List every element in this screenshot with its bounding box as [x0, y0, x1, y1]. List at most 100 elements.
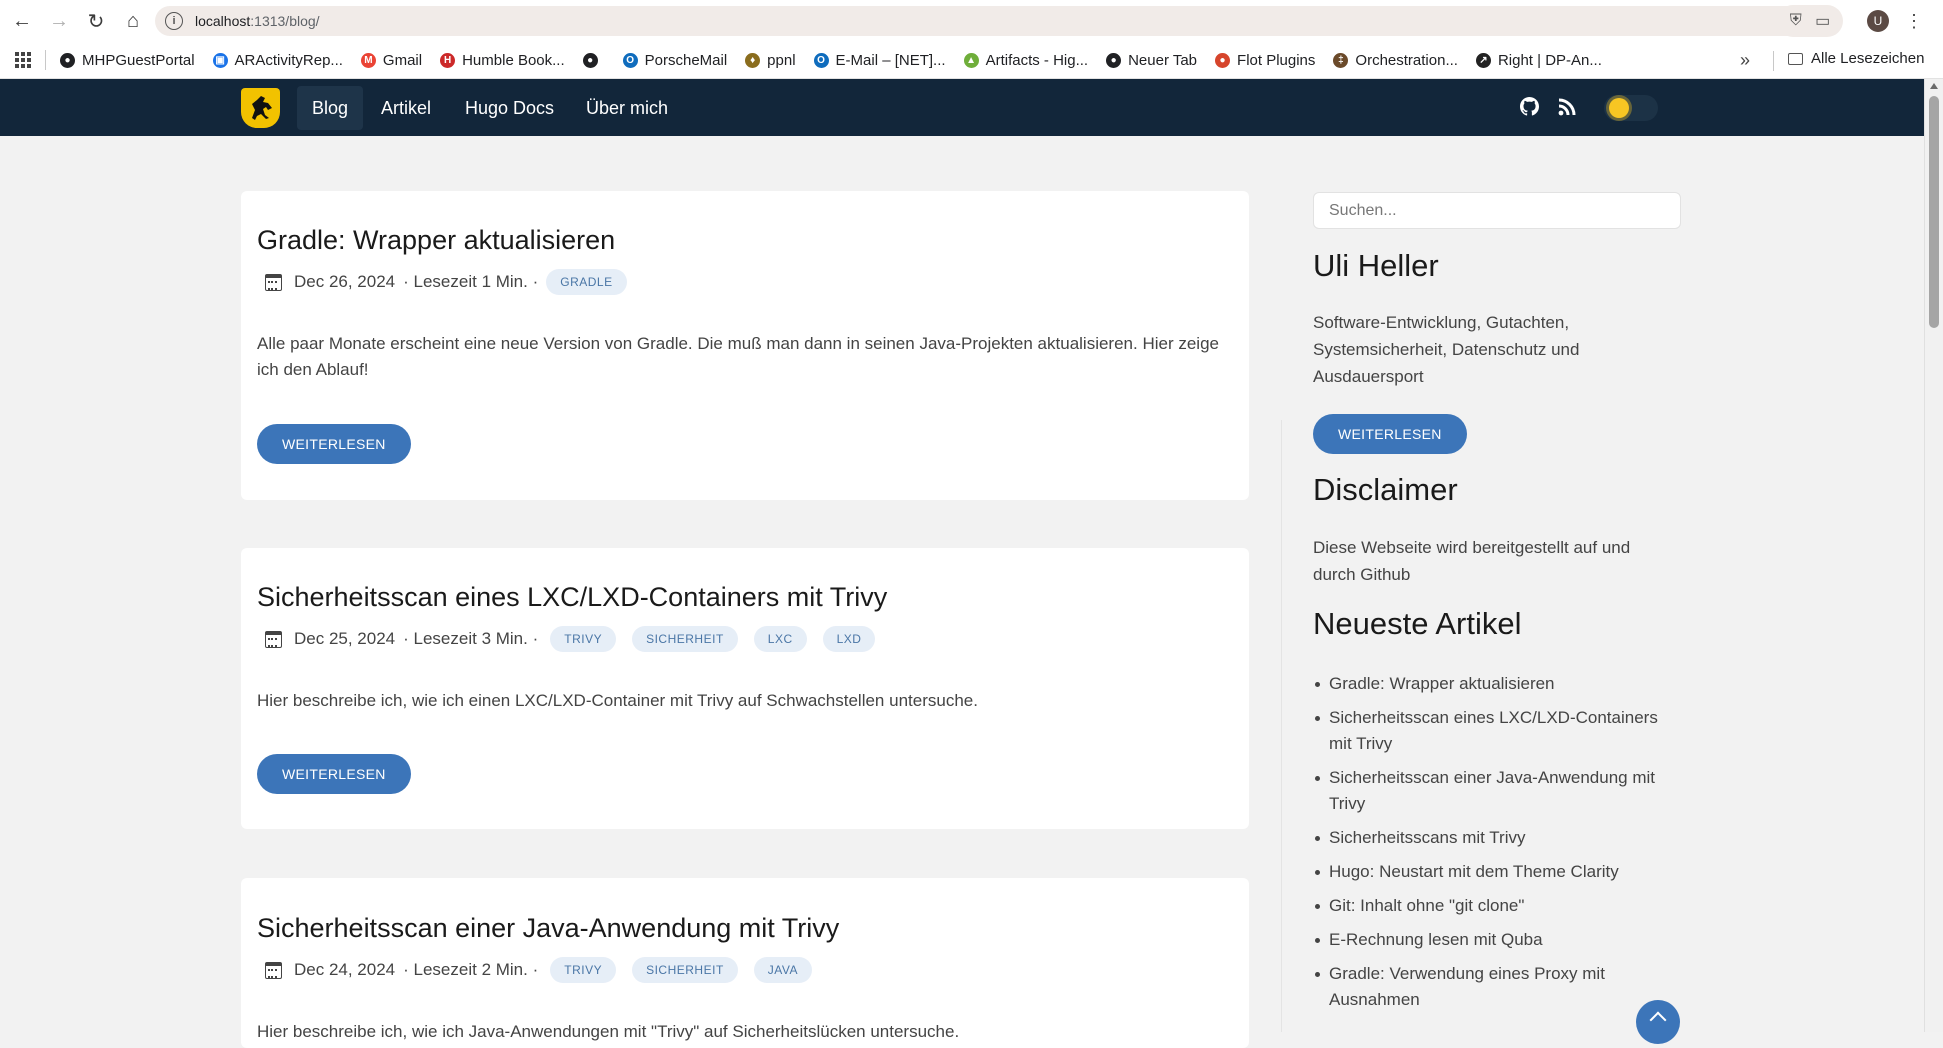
github-icon[interactable]: [1520, 97, 1539, 116]
calendar-icon: [265, 961, 282, 979]
post-reading-time: · Lesezeit 3 Min. ·: [403, 629, 539, 648]
disclaimer-heading: Disclaimer: [1313, 472, 1458, 507]
bookmark-item[interactable]: ● MHPGuestPortal: [60, 52, 195, 69]
browser-chrome: ← → ↻ ⌂ i localhost:1313/blog/ ☆ ⛨ ▭ U ⋮…: [0, 0, 1943, 79]
recent-article-link[interactable]: Git: Inhalt ohne "git clone": [1313, 893, 1683, 919]
folder-icon: [1788, 52, 1803, 65]
site-info-icon[interactable]: i: [165, 12, 183, 30]
horse-logo-icon: [251, 96, 272, 120]
tag-trivy[interactable]: TRIVY: [550, 957, 617, 983]
bookmark-label: MHPGuestPortal: [82, 51, 195, 69]
post-title[interactable]: Sicherheitsscan eines LXC/LXD-Containers…: [257, 582, 887, 613]
bookmark-item[interactable]: O PorscheMail: [622, 51, 728, 69]
post-meta: Dec 26, 2024 · Lesezeit 1 Min. · GRADLE: [265, 269, 627, 295]
recent-article-link[interactable]: Sicherheitsscan einer Java-Anwendung mit…: [1313, 765, 1683, 817]
author-heading: Uli Heller: [1313, 248, 1439, 283]
bookmark-item[interactable]: ▲ Artifacts - Hig...: [963, 51, 1089, 69]
post-title[interactable]: Gradle: Wrapper aktualisieren: [257, 225, 615, 256]
shield-extension-icon[interactable]: ⛨: [1790, 12, 1802, 30]
recent-article-link[interactable]: Sicherheitsscan eines LXC/LXD-Containers…: [1313, 705, 1683, 757]
home-icon[interactable]: ⌂: [115, 3, 151, 39]
browser-menu-icon[interactable]: ⋮: [1905, 11, 1923, 32]
orchestration-icon: ‡: [1333, 52, 1349, 68]
post-card: Sicherheitsscan einer Java-Anwendung mit…: [241, 878, 1249, 1048]
all-bookmarks-button[interactable]: Alle Lesezeichen: [1788, 50, 1924, 67]
bookmark-label: Artifacts - Hig...: [985, 51, 1089, 69]
url-text[interactable]: localhost:1313/blog/: [195, 13, 320, 29]
bookmark-label: PorscheMail: [644, 51, 728, 69]
bookmark-label: Neuer Tab: [1128, 51, 1198, 69]
bookmark-item[interactable]: M Gmail: [360, 51, 423, 69]
search-input[interactable]: [1313, 192, 1681, 229]
post-meta: Dec 25, 2024 · Lesezeit 3 Min. · TRIVY S…: [265, 626, 876, 652]
right-icon: ↗: [1475, 52, 1491, 68]
bookmark-label: E-Mail – [NET]...: [835, 51, 946, 69]
bookmarks-separator: [45, 50, 46, 70]
address-bar[interactable]: i localhost:1313/blog/ ☆: [155, 6, 1827, 36]
post-summary: Hier beschreibe ich, wie ich einen LXC/L…: [257, 691, 978, 710]
bookmark-label: Orchestration...: [1355, 51, 1458, 69]
recent-articles-heading: Neueste Artikel: [1313, 606, 1522, 641]
read-more-button[interactable]: WEITERLESEN: [257, 424, 411, 464]
page-scrollbar[interactable]: [1924, 79, 1943, 1032]
gmail-icon: M: [360, 52, 376, 68]
recent-article-link[interactable]: Gradle: Wrapper aktualisieren: [1313, 671, 1683, 697]
tag-sicherheit[interactable]: SICHERHEIT: [632, 626, 738, 652]
bookmark-item[interactable]: O E-Mail – [NET]...: [813, 51, 946, 69]
browser-toolbar: ← → ↻ ⌂ i localhost:1313/blog/ ☆ ⛨ ▭ U ⋮: [0, 0, 1943, 42]
sidebar-divider: [1281, 420, 1282, 1032]
back-icon[interactable]: ←: [4, 3, 40, 39]
tag-trivy[interactable]: TRIVY: [550, 626, 617, 652]
recent-article-link[interactable]: E-Rechnung lesen mit Quba: [1313, 927, 1683, 953]
scrollbar-thumb[interactable]: [1929, 96, 1939, 328]
post-date: Dec 26, 2024: [294, 272, 396, 291]
bookmark-item[interactable]: ♦ ppnl: [745, 51, 796, 69]
post-reading-time: · Lesezeit 1 Min. ·: [403, 272, 539, 291]
profile-avatar[interactable]: U: [1867, 10, 1889, 32]
recent-articles-list: Gradle: Wrapper aktualisieren Sicherheit…: [1313, 671, 1683, 1021]
humble-icon: H: [440, 52, 456, 68]
bookmark-item[interactable]: ↗ Right | DP-An...: [1475, 52, 1602, 69]
nav-hugo-docs[interactable]: Hugo Docs: [450, 86, 569, 130]
recent-article-link[interactable]: Sicherheitsscans mit Trivy: [1313, 825, 1683, 851]
tag-java[interactable]: JAVA: [753, 957, 813, 983]
bookmark-label: Gmail: [382, 51, 423, 69]
forward-icon[interactable]: →: [41, 3, 77, 39]
reload-icon[interactable]: ↻: [78, 3, 114, 39]
recent-article-link[interactable]: Gradle: Verwendung eines Proxy mit Ausna…: [1313, 961, 1683, 1013]
author-read-more-button[interactable]: WEITERLESEN: [1313, 414, 1467, 454]
nav-blog[interactable]: Blog: [297, 86, 364, 130]
post-summary: Hier beschreibe ich, wie ich Java-Anwend…: [257, 1022, 960, 1041]
scroll-to-top-button[interactable]: [1636, 1000, 1680, 1044]
outlook-icon: O: [813, 52, 829, 68]
puzzle-extensions-icon[interactable]: ▭: [1815, 11, 1830, 31]
bookmark-item[interactable]: ‡ Orchestration...: [1333, 52, 1458, 69]
bookmark-item[interactable]: ●: [582, 52, 605, 68]
post-card: Gradle: Wrapper aktualisieren Dec 26, 20…: [241, 191, 1249, 500]
bookmark-label: ppnl: [767, 51, 796, 69]
rss-icon[interactable]: [1558, 98, 1576, 116]
more-bookmarks-icon[interactable]: »: [1740, 50, 1750, 71]
tag-lxd[interactable]: LXD: [822, 626, 876, 652]
theme-toggle[interactable]: [1604, 95, 1658, 121]
tag-gradle[interactable]: GRADLE: [546, 269, 627, 295]
post-title[interactable]: Sicherheitsscan einer Java-Anwendung mit…: [257, 913, 839, 944]
post-date: Dec 25, 2024: [294, 629, 396, 648]
sun-icon: [1609, 98, 1629, 118]
nav-ueber-mich[interactable]: Über mich: [571, 86, 683, 130]
bookmark-item[interactable]: ▣ ARActivityRep...: [212, 52, 343, 69]
tag-lxc[interactable]: LXC: [753, 626, 807, 652]
scroll-up-arrow-icon[interactable]: [1930, 83, 1938, 89]
nav-artikel[interactable]: Artikel: [366, 86, 446, 130]
apps-grid-icon[interactable]: [15, 52, 31, 68]
tag-sicherheit[interactable]: SICHERHEIT: [632, 957, 738, 983]
url-path: :1313/blog/: [250, 13, 320, 29]
bookmark-item[interactable]: ● Flot Plugins: [1215, 52, 1315, 69]
calendar-icon: [265, 273, 282, 291]
recent-article-link[interactable]: Hugo: Neustart mit dem Theme Clarity: [1313, 859, 1683, 885]
all-bookmarks-label: Alle Lesezeichen: [1811, 50, 1925, 67]
bookmark-item[interactable]: H Humble Book...: [440, 52, 565, 69]
bookmark-item[interactable]: ● Neuer Tab: [1106, 52, 1197, 69]
read-more-button[interactable]: WEITERLESEN: [257, 754, 411, 794]
site-logo[interactable]: [241, 88, 280, 128]
